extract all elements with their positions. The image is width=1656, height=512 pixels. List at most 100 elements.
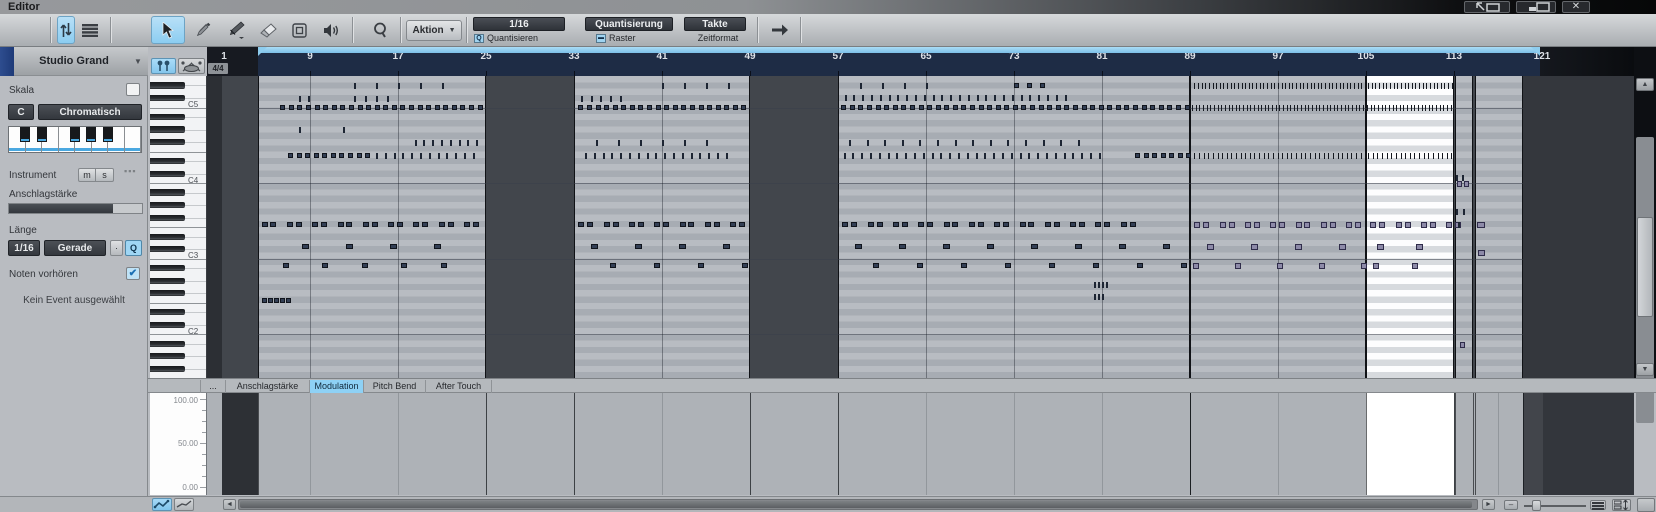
midi-note[interactable]: [1382, 83, 1384, 90]
midi-note[interactable]: [455, 152, 458, 159]
midi-note[interactable]: [1478, 250, 1486, 257]
midi-note[interactable]: [1064, 94, 1067, 101]
paint-tool-button[interactable]: [220, 16, 252, 44]
midi-note[interactable]: [1243, 105, 1245, 112]
midi-note[interactable]: [387, 95, 389, 102]
midi-note[interactable]: [1089, 152, 1092, 159]
midi-note[interactable]: [1392, 105, 1394, 112]
midi-note[interactable]: [1388, 105, 1390, 112]
midi-note[interactable]: [1254, 152, 1256, 159]
piano-key-black[interactable]: [150, 233, 185, 240]
midi-note[interactable]: [1346, 83, 1348, 90]
midi-note[interactable]: [322, 152, 328, 158]
midi-note[interactable]: [1143, 152, 1149, 158]
midi-note[interactable]: [270, 221, 277, 227]
midi-note[interactable]: [1393, 83, 1395, 90]
midi-note[interactable]: [1077, 140, 1080, 146]
midi-note[interactable]: [1443, 105, 1445, 112]
midi-note[interactable]: [878, 152, 881, 159]
midi-note[interactable]: [1124, 105, 1130, 111]
midi-note[interactable]: [593, 152, 596, 159]
midi-note[interactable]: [1277, 83, 1279, 90]
midi-note[interactable]: [909, 105, 915, 111]
midi-note[interactable]: [629, 105, 635, 111]
midi-note[interactable]: [629, 221, 635, 227]
midi-note[interactable]: [1250, 243, 1258, 250]
midi-note[interactable]: [634, 243, 642, 249]
midi-note[interactable]: [1457, 180, 1463, 187]
midi-note[interactable]: [976, 94, 979, 101]
midi-note[interactable]: [1246, 105, 1248, 112]
midi-note[interactable]: [1440, 83, 1442, 90]
midi-note[interactable]: [1025, 140, 1027, 146]
midi-note[interactable]: [937, 140, 939, 146]
midi-note[interactable]: [602, 152, 605, 159]
midi-note[interactable]: [1333, 152, 1334, 159]
vscroll-thumb[interactable]: [1637, 217, 1653, 317]
midi-note[interactable]: [1221, 105, 1223, 112]
midi-note[interactable]: [376, 83, 378, 90]
piano-key-black[interactable]: [150, 265, 185, 272]
midi-note[interactable]: [438, 221, 445, 227]
midi-note[interactable]: [1001, 152, 1004, 159]
midi-note[interactable]: [388, 221, 395, 227]
note-list-button[interactable]: [77, 16, 103, 44]
midi-note[interactable]: [1286, 152, 1288, 159]
midi-note[interactable]: [987, 105, 993, 111]
midi-note[interactable]: [1428, 152, 1430, 159]
midi-note[interactable]: [678, 243, 686, 249]
midi-note[interactable]: [1332, 83, 1334, 90]
midi-note[interactable]: [1203, 152, 1205, 159]
midi-note[interactable]: [1198, 83, 1200, 90]
midi-note[interactable]: [1093, 262, 1100, 268]
midi-note[interactable]: [1047, 94, 1049, 101]
midi-note[interactable]: [1037, 152, 1040, 159]
midi-note[interactable]: [467, 140, 470, 146]
midi-note[interactable]: [1277, 152, 1279, 159]
midi-note[interactable]: [1194, 83, 1196, 90]
midi-note[interactable]: [1339, 83, 1341, 90]
midi-note[interactable]: [434, 105, 440, 111]
scroll-down-button[interactable]: ▼: [1636, 363, 1654, 376]
automation-lane[interactable]: [207, 393, 1634, 495]
midi-note[interactable]: [1282, 105, 1284, 112]
midi-note[interactable]: [866, 140, 869, 146]
zoom-in-button[interactable]: [1590, 500, 1606, 510]
midi-note[interactable]: [1206, 105, 1208, 112]
midi-note[interactable]: [393, 152, 396, 159]
midi-note[interactable]: [728, 83, 730, 90]
midi-note[interactable]: [995, 105, 1001, 111]
quantize-sub[interactable]: Q Quantisieren: [474, 33, 566, 43]
midi-note[interactable]: [860, 83, 862, 90]
midi-note[interactable]: [321, 221, 327, 227]
midi-note[interactable]: [1348, 105, 1350, 112]
midi-note[interactable]: [954, 140, 957, 146]
midi-note[interactable]: [1292, 83, 1294, 90]
midi-note[interactable]: [1205, 83, 1207, 90]
midi-note[interactable]: [1181, 262, 1188, 268]
midi-note[interactable]: [699, 152, 702, 159]
midi-note[interactable]: [1192, 105, 1194, 112]
midi-note[interactable]: [1044, 221, 1051, 227]
midi-note[interactable]: [1372, 262, 1379, 269]
midi-note[interactable]: [932, 94, 935, 101]
midi-note[interactable]: [698, 105, 704, 111]
piano-key-black[interactable]: [150, 214, 185, 221]
piano-key-black[interactable]: [150, 113, 185, 121]
midi-note[interactable]: [1078, 221, 1085, 227]
midi-note[interactable]: [1272, 152, 1274, 159]
midi-note[interactable]: [935, 105, 941, 111]
midi-note[interactable]: [1361, 83, 1363, 90]
midi-note[interactable]: [1094, 294, 1097, 301]
midi-note[interactable]: [1305, 152, 1307, 159]
midi-note[interactable]: [1295, 221, 1302, 228]
midi-note[interactable]: [1372, 152, 1374, 159]
scroll-right-button[interactable]: ►: [1482, 499, 1495, 510]
midi-note[interactable]: [1275, 105, 1277, 112]
midi-note[interactable]: [1318, 262, 1325, 269]
scale-keyboard[interactable]: [8, 126, 142, 153]
midi-note[interactable]: [1368, 152, 1370, 159]
midi-note[interactable]: [646, 152, 649, 159]
midi-note[interactable]: [354, 95, 356, 102]
midi-note[interactable]: [1267, 83, 1268, 90]
